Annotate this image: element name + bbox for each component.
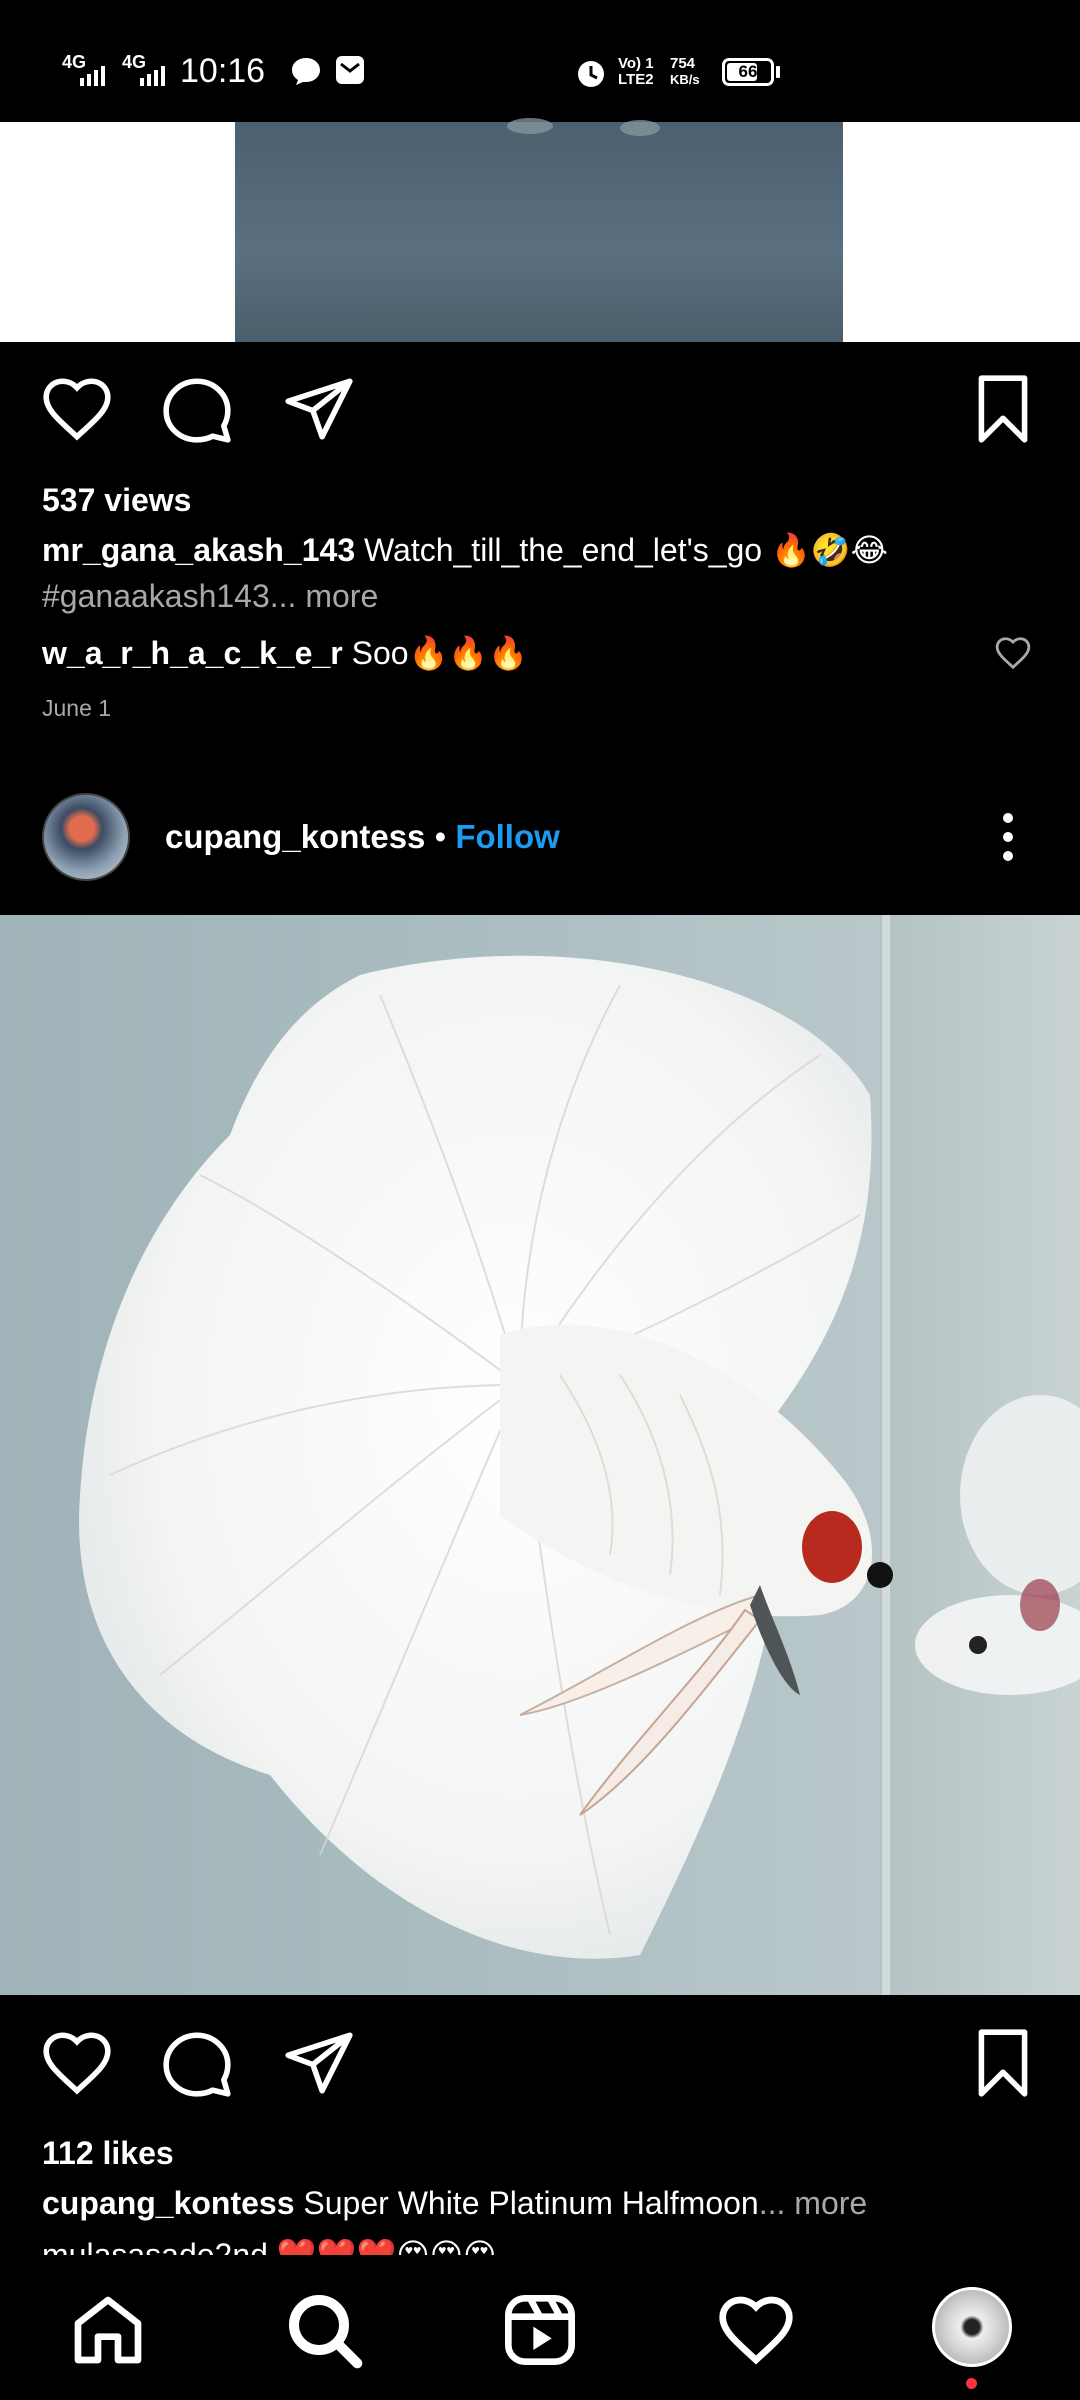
comment-text: Soo🔥🔥🔥	[351, 635, 529, 671]
separator-dot: •	[425, 818, 456, 855]
profile-avatar[interactable]	[932, 2287, 1012, 2367]
chat-notification-icon	[292, 58, 320, 85]
comment-icon[interactable]	[160, 2026, 234, 2100]
caption-more-link[interactable]: ... more	[759, 2185, 867, 2221]
send-icon[interactable]	[282, 372, 356, 446]
net-speed-value: 754	[670, 55, 696, 72]
post-date: June 1	[42, 695, 112, 721]
comment-preview: w_a_r_h_a_c_k_e_r Soo🔥🔥🔥	[42, 631, 528, 675]
volte-label: Vo) 1	[618, 55, 654, 72]
post-caption: mr_gana_akash_143 Watch_till_the_end_let…	[42, 528, 888, 572]
caption-hashtag[interactable]: #ganaakash143	[42, 578, 270, 614]
heart-icon[interactable]	[40, 2026, 114, 2100]
follow-button[interactable]: Follow	[455, 818, 559, 855]
net-speed-unit: KB/s	[670, 72, 700, 87]
caption-username[interactable]: cupang_kontess	[42, 2185, 295, 2221]
post-caption-line2: #ganaakash143... more	[42, 574, 378, 618]
comment-like-icon[interactable]	[994, 634, 1032, 672]
post-caption: cupang_kontess Super White Platinum Half…	[42, 2181, 867, 2225]
clock: 10:16	[180, 52, 266, 90]
send-icon[interactable]	[282, 2026, 356, 2100]
alarm-icon	[578, 61, 604, 87]
caption-text: Super White Platinum Halfmoon	[303, 2185, 759, 2221]
post-header: cupang_kontess • Follow	[165, 815, 560, 859]
heart-icon[interactable]	[40, 372, 114, 446]
lte-label: LTE2	[618, 71, 654, 88]
comment-icon[interactable]	[160, 372, 234, 446]
bookmark-icon[interactable]	[966, 2026, 1040, 2100]
comment-preview: mulasasade2nd ❤️❤️❤️😍😍😍	[42, 2237, 497, 2255]
home-icon[interactable]	[68, 2290, 148, 2370]
comment-username[interactable]: w_a_r_h_a_c_k_e_r	[42, 635, 343, 671]
caption-more-link[interactable]: ... more	[270, 578, 378, 614]
caption-text: Watch_till_the_end_let's_go 🔥🤣😂	[364, 532, 889, 568]
notification-dot	[966, 2378, 977, 2389]
fish-photo	[79, 915, 1080, 1995]
bookmark-icon[interactable]	[966, 372, 1040, 446]
more-vertical-icon[interactable]	[990, 810, 1026, 864]
video-frame	[235, 118, 843, 342]
signal-icon	[140, 66, 165, 86]
search-icon[interactable]	[284, 2290, 364, 2370]
reels-icon[interactable]	[500, 2290, 580, 2370]
battery-icon: 66	[722, 58, 774, 86]
battery-tip	[776, 66, 780, 78]
signal-icon	[80, 66, 105, 86]
battery-level: 66	[738, 62, 758, 81]
status-bar: 4G 4G 10:16 Vo) 1 LTE2 754 KB/s 66	[0, 0, 1080, 122]
views-count[interactable]: 537 views	[42, 478, 191, 522]
post-photo[interactable]	[0, 915, 1080, 1995]
likes-count[interactable]: 112 likes	[42, 2131, 174, 2175]
post-username[interactable]: cupang_kontess	[165, 818, 425, 855]
mail-notification-icon	[336, 56, 364, 84]
heart-icon[interactable]	[716, 2290, 796, 2370]
avatar[interactable]	[42, 793, 130, 881]
caption-username[interactable]: mr_gana_akash_143	[42, 532, 355, 568]
post-media-previous[interactable]	[0, 118, 1080, 342]
